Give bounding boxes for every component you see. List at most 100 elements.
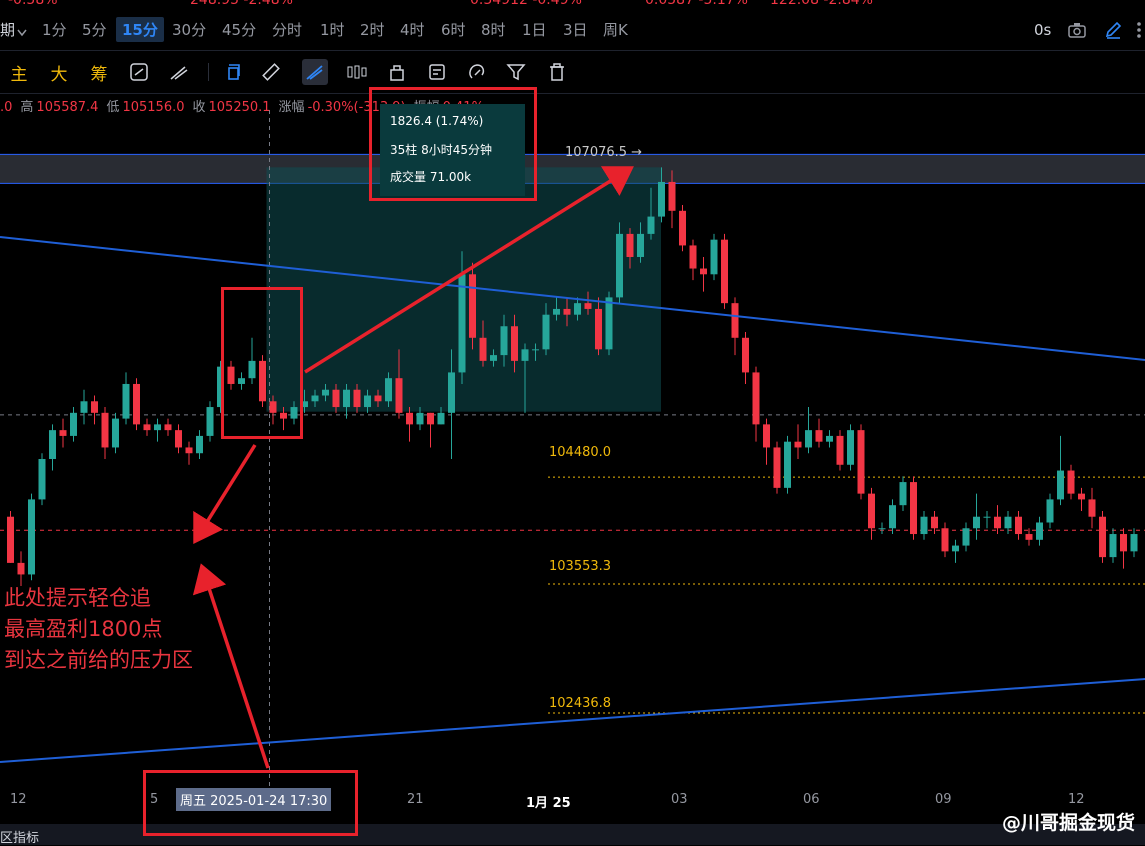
candle-body bbox=[80, 401, 88, 413]
candle-body bbox=[511, 326, 518, 361]
candle-body bbox=[1015, 516, 1022, 535]
trash-icon[interactable] bbox=[544, 59, 570, 85]
timeframe-2h[interactable]: 2时 bbox=[360, 19, 385, 40]
annotation-text: 此处提示轻仓追 最高盈利1800点 到达之前给的压力区 bbox=[4, 583, 193, 676]
sync-draw-icon[interactable] bbox=[126, 59, 152, 85]
annotation-line-1: 此处提示轻仓追 bbox=[4, 586, 151, 610]
lock-icon[interactable] bbox=[384, 59, 410, 85]
timeframe-5m[interactable]: 5分 bbox=[82, 19, 107, 40]
chip-distribution-button[interactable]: 筹 bbox=[86, 59, 112, 85]
timeframe-45m[interactable]: 45分 bbox=[222, 19, 256, 40]
measure-tool-icon[interactable] bbox=[302, 59, 328, 85]
ticker-strip: -0.58% 248.95 -2.48% 0.34912 -0.49% 0.05… bbox=[0, 0, 1145, 8]
entry-arrow bbox=[193, 444, 257, 544]
filter-icon[interactable] bbox=[503, 59, 529, 85]
candle-body bbox=[1025, 534, 1033, 540]
note-icon[interactable] bbox=[424, 59, 450, 85]
candle-body bbox=[70, 412, 77, 436]
candle-body bbox=[721, 239, 728, 304]
trend-line-lower bbox=[0, 678, 1145, 763]
timeframe-8h[interactable]: 8时 bbox=[481, 19, 506, 40]
candle-body bbox=[395, 378, 403, 413]
candle-body bbox=[952, 545, 959, 552]
candle-body bbox=[826, 435, 833, 442]
main-indicator-button[interactable]: 主 bbox=[6, 59, 32, 85]
candle-body bbox=[941, 528, 949, 552]
camera-icon[interactable] bbox=[1067, 21, 1087, 43]
candle-body bbox=[658, 181, 665, 217]
candle-body bbox=[469, 274, 476, 338]
candle-body bbox=[742, 337, 749, 373]
candle-body bbox=[983, 516, 991, 518]
candle-body bbox=[605, 297, 613, 350]
magnet-icon[interactable] bbox=[464, 59, 490, 85]
timeframe-4h[interactable]: 4时 bbox=[400, 19, 425, 40]
timeframe-15m[interactable]: 15分 bbox=[116, 17, 164, 42]
timeframe-1m[interactable]: 1分 bbox=[42, 19, 67, 40]
candle-body bbox=[133, 383, 140, 425]
candle-body bbox=[763, 424, 770, 448]
time-highlight-box bbox=[143, 770, 358, 836]
price-level-label-3: 102436.8 bbox=[549, 696, 612, 711]
candle-body bbox=[112, 418, 119, 448]
copy-icon[interactable] bbox=[222, 59, 248, 85]
candle-tool-icon[interactable] bbox=[344, 59, 370, 85]
candle-body bbox=[994, 516, 1001, 529]
measure-highlight-box bbox=[369, 87, 537, 201]
candle-body bbox=[101, 412, 109, 448]
candle-body bbox=[406, 412, 413, 425]
candle-body bbox=[122, 383, 130, 419]
candle-body bbox=[28, 499, 35, 575]
candle-body bbox=[91, 401, 98, 413]
candle-body bbox=[595, 308, 602, 350]
candle-body bbox=[196, 435, 203, 454]
candle-body bbox=[574, 303, 581, 315]
candle-body bbox=[731, 303, 739, 338]
menu-icon[interactable] bbox=[1132, 21, 1145, 43]
candle-body bbox=[353, 389, 361, 408]
candle-body bbox=[878, 528, 886, 530]
candle-body bbox=[385, 378, 392, 402]
candle-body bbox=[1057, 470, 1064, 500]
candle-body bbox=[1078, 493, 1085, 500]
line-tool-icon[interactable] bbox=[166, 59, 192, 85]
candle-body bbox=[143, 424, 151, 431]
time-arrow bbox=[192, 563, 270, 769]
timeframe-6h[interactable]: 6时 bbox=[441, 19, 466, 40]
candle-body bbox=[490, 355, 497, 361]
timeframe-bar: 期 1分 5分 15分 30分 45分 分时 1时 2时 4时 6时 8时 1日… bbox=[0, 8, 1145, 51]
candle-body bbox=[206, 407, 214, 436]
period-selector[interactable]: 期 bbox=[0, 19, 15, 40]
timeframe-1d[interactable]: 1日 bbox=[522, 19, 547, 40]
ticker-change-4: 0.0587 -5.17% bbox=[645, 0, 748, 8]
candle-body bbox=[542, 314, 550, 350]
big-order-button[interactable]: 大 bbox=[46, 59, 72, 85]
time-tick: 21 bbox=[407, 792, 424, 807]
candle-body bbox=[889, 505, 896, 529]
candle-body bbox=[38, 459, 46, 500]
timeframe-weekly[interactable]: 周K bbox=[603, 19, 628, 40]
candle-body bbox=[1046, 499, 1054, 523]
candle-body bbox=[175, 430, 182, 448]
annotation-line-3: 到达之前给的压力区 bbox=[4, 648, 193, 672]
candle-body bbox=[700, 268, 707, 275]
candle-body bbox=[416, 412, 424, 425]
candle-body bbox=[805, 430, 812, 448]
candle-body bbox=[1099, 516, 1106, 558]
candle-body bbox=[847, 430, 854, 465]
timeframe-30m[interactable]: 30分 bbox=[172, 19, 206, 40]
candle-body bbox=[185, 447, 193, 454]
candle-body bbox=[962, 528, 970, 546]
timeframe-3d[interactable]: 3日 bbox=[563, 19, 588, 40]
candle-body bbox=[931, 516, 938, 529]
candle-body bbox=[626, 233, 634, 257]
timeframe-1h[interactable]: 1时 bbox=[320, 19, 345, 40]
candle-body bbox=[332, 389, 340, 408]
timeframe-intraday[interactable]: 分时 bbox=[272, 19, 302, 40]
pencil-icon[interactable] bbox=[1104, 21, 1122, 43]
chevron-down-icon[interactable] bbox=[17, 22, 27, 41]
candle-body bbox=[427, 412, 434, 425]
ruler-icon[interactable] bbox=[258, 59, 284, 85]
toolbar-divider bbox=[208, 63, 209, 81]
candle-body bbox=[815, 430, 823, 442]
